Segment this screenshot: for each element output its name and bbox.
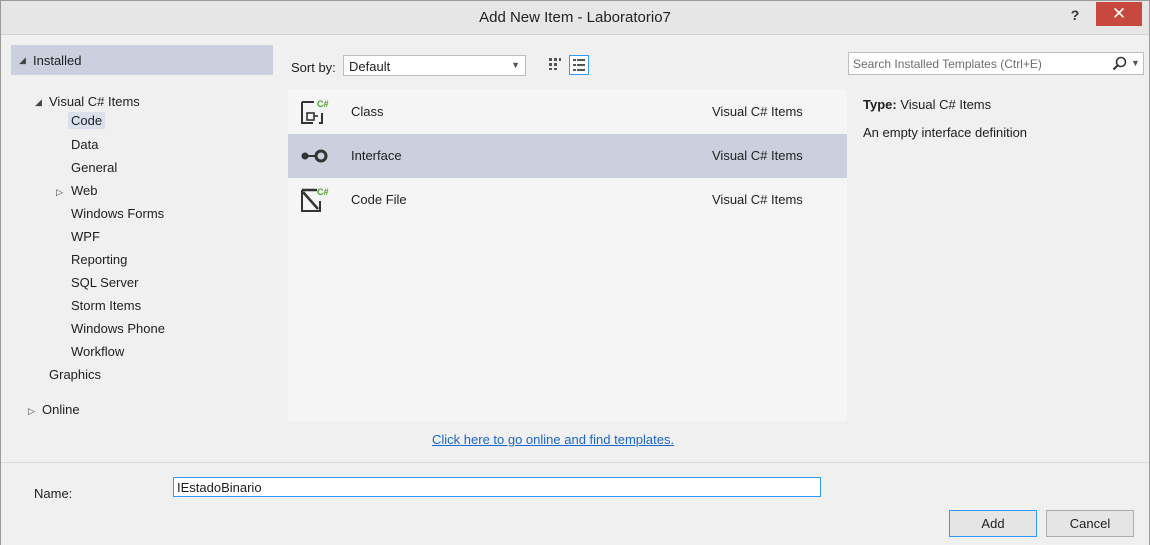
collapse-triangle-icon[interactable]: ◢: [35, 97, 42, 108]
class-icon: C#: [301, 99, 329, 124]
svg-text:C#: C#: [317, 187, 329, 197]
template-list-panel: Sort by: Default ▼ C# Class Visual C# It…: [288, 45, 847, 421]
tree-item-code[interactable]: Code: [68, 112, 106, 129]
close-button[interactable]: ✕: [1096, 2, 1142, 26]
title-bar: Add New Item - Laboratorio7 ? ✕: [1, 1, 1149, 35]
add-button[interactable]: Add: [949, 510, 1037, 537]
tree-item-data[interactable]: Data: [71, 137, 98, 152]
template-row-code-file[interactable]: C# Code File Visual C# Items: [288, 178, 847, 222]
sort-by-value: Default: [349, 59, 391, 74]
tree-item-windows-forms[interactable]: Windows Forms: [71, 206, 164, 221]
template-description: An empty interface definition: [863, 125, 1028, 140]
tree-item-windows-phone[interactable]: Windows Phone: [71, 321, 165, 336]
sort-by-dropdown[interactable]: Default ▼: [343, 55, 526, 76]
type-label: Type:: [863, 97, 897, 112]
template-category: Visual C# Items: [712, 148, 803, 163]
search-input[interactable]: [853, 55, 1103, 72]
template-row-class[interactable]: C# Class Visual C# Items: [288, 90, 847, 134]
sort-toolbar: Sort by: Default ▼: [288, 45, 847, 79]
tree-item-sql-server[interactable]: SQL Server: [71, 275, 138, 290]
expand-triangle-icon[interactable]: ▷: [28, 406, 35, 417]
tree-item-workflow[interactable]: Workflow: [71, 344, 124, 359]
search-icon[interactable]: [1111, 55, 1129, 73]
collapse-triangle-icon[interactable]: ◢: [19, 55, 26, 66]
search-templates-box[interactable]: ▼: [848, 52, 1144, 75]
template-tree-panel: ◢ Installed ◢ Visual C# Items Code Data …: [11, 45, 273, 445]
cancel-button[interactable]: Cancel: [1046, 510, 1134, 537]
template-category: Visual C# Items: [712, 104, 803, 119]
name-label: Name:: [34, 486, 73, 501]
details-panel: ▼ Type: Visual C# Items An empty interfa…: [848, 45, 1146, 421]
find-templates-online-link[interactable]: Click here to go online and find templat…: [432, 432, 674, 447]
svg-text:C#: C#: [317, 99, 329, 109]
dialog-title: Add New Item - Laboratorio7: [479, 9, 671, 26]
installed-label: Installed: [33, 53, 82, 68]
help-button[interactable]: ?: [1064, 7, 1086, 27]
template-category: Visual C# Items: [712, 192, 803, 207]
grid-view-icon: [549, 58, 561, 70]
list-view-icon: [573, 59, 585, 71]
code-file-icon: C#: [301, 187, 329, 212]
list-view-button[interactable]: [569, 55, 589, 75]
interface-icon: [301, 149, 328, 163]
type-value: Visual C# Items: [900, 97, 992, 112]
tree-item-wpf[interactable]: WPF: [71, 229, 100, 244]
template-row-interface[interactable]: Interface Visual C# Items: [288, 134, 847, 178]
tree-item-graphics[interactable]: Graphics: [49, 367, 101, 382]
sort-by-label: Sort by:: [291, 60, 336, 75]
name-field[interactable]: [173, 477, 821, 497]
template-type: Type: Visual C# Items: [863, 97, 991, 112]
template-name: Class: [351, 104, 384, 119]
template-name: Interface: [351, 148, 402, 163]
name-and-actions-area: Name: Add Cancel: [1, 462, 1149, 545]
template-list: C# Class Visual C# Items Interface Visua…: [288, 89, 847, 421]
installed-header[interactable]: ◢ Installed: [11, 45, 273, 75]
add-new-item-dialog: Add New Item - Laboratorio7 ? ✕ ◢ Instal…: [0, 0, 1150, 545]
tree-item-general[interactable]: General: [71, 160, 117, 175]
tree-item-web[interactable]: Web: [71, 183, 98, 198]
tree-item-visual-csharp[interactable]: Visual C# Items: [49, 94, 140, 109]
chevron-down-icon: ▼: [511, 60, 520, 70]
small-icons-view-button[interactable]: [546, 55, 566, 75]
template-name: Code File: [351, 192, 407, 207]
tree-item-online[interactable]: Online: [42, 402, 80, 417]
expand-triangle-icon[interactable]: ▷: [56, 187, 63, 198]
tree-item-storm-items[interactable]: Storm Items: [71, 298, 141, 313]
chevron-down-icon[interactable]: ▼: [1131, 58, 1140, 68]
tree-item-reporting[interactable]: Reporting: [71, 252, 127, 267]
